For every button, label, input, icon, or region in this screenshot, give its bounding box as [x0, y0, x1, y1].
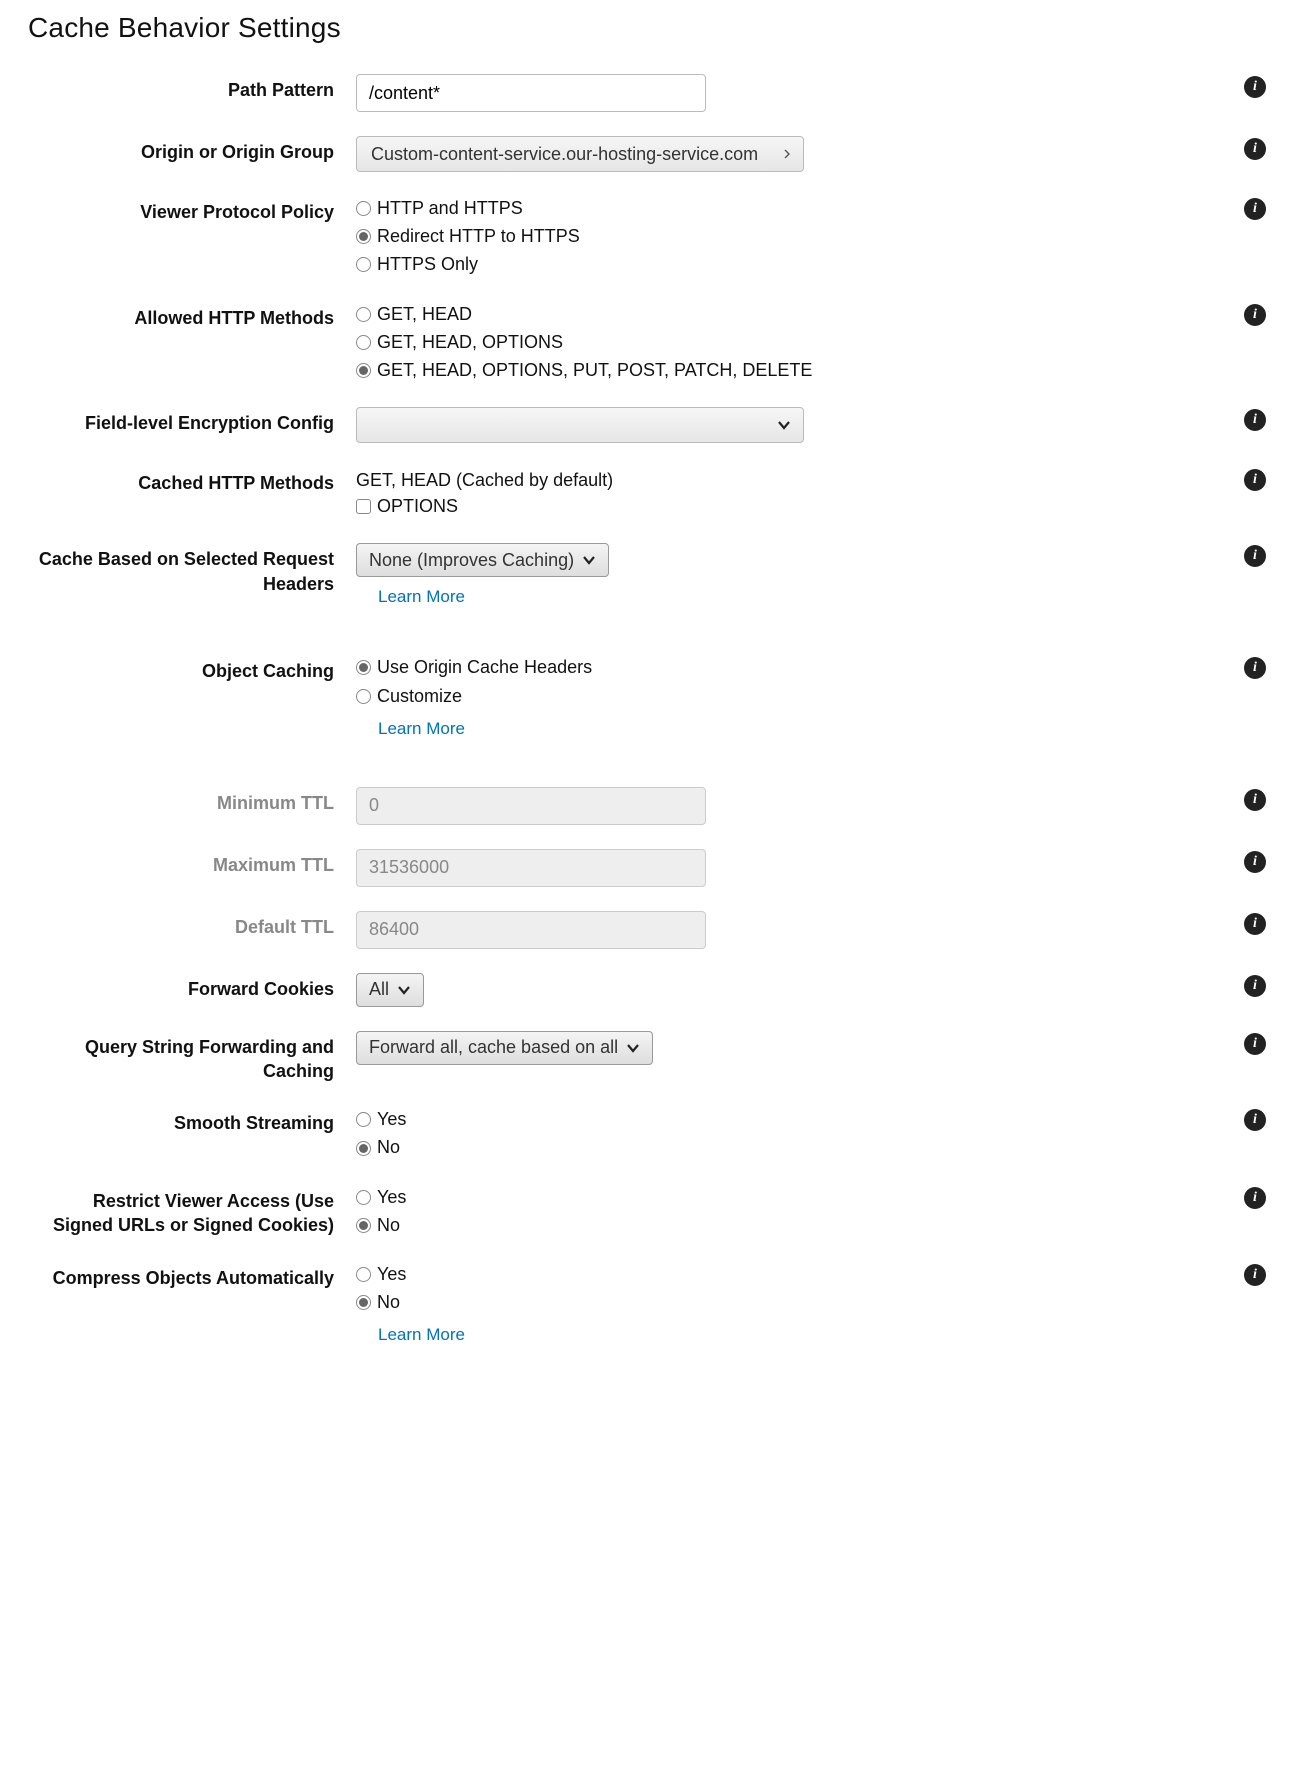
object-caching-radio-group: Use Origin Cache Headers Customize [356, 655, 1206, 708]
restrict-viewer-radio-group: Yes No [356, 1185, 1206, 1238]
info-icon[interactable] [1244, 469, 1266, 491]
radio-get-head[interactable]: GET, HEAD [356, 302, 1206, 327]
info-icon[interactable] [1244, 545, 1266, 567]
label-cache-headers: Cache Based on Selected Request Headers [28, 541, 356, 596]
label-maximum-ttl: Maximum TTL [28, 847, 356, 877]
learn-more-link[interactable]: Learn More [378, 1325, 465, 1345]
label-object-caching: Object Caching [28, 653, 356, 683]
label-viewer-protocol: Viewer Protocol Policy [28, 194, 356, 224]
checkbox-icon [356, 499, 371, 514]
query-string-value: Forward all, cache based on all [369, 1037, 618, 1058]
learn-more-link[interactable]: Learn More [378, 587, 465, 607]
minimum-ttl-input [356, 787, 706, 825]
info-icon[interactable] [1244, 76, 1266, 98]
info-icon[interactable] [1244, 1033, 1266, 1055]
label-smooth-streaming: Smooth Streaming [28, 1105, 356, 1135]
radio-restrict-viewer-no[interactable]: No [356, 1213, 1206, 1238]
compress-radio-group: Yes No [356, 1262, 1206, 1315]
radio-get-head-options-put-post-patch-delete[interactable]: GET, HEAD, OPTIONS, PUT, POST, PATCH, DE… [356, 358, 1206, 383]
info-icon[interactable] [1244, 1109, 1266, 1131]
radio-compress-yes[interactable]: Yes [356, 1262, 1206, 1287]
label-cached-http: Cached HTTP Methods [28, 465, 356, 495]
radio-restrict-viewer-yes[interactable]: Yes [356, 1185, 1206, 1210]
chevron-down-icon [626, 1043, 640, 1053]
radio-use-origin-cache-headers[interactable]: Use Origin Cache Headers [356, 655, 1206, 680]
info-icon[interactable] [1244, 1264, 1266, 1286]
label-query-string: Query String Forwarding and Caching [28, 1029, 356, 1084]
info-icon[interactable] [1244, 657, 1266, 679]
radio-smooth-streaming-no[interactable]: No [356, 1135, 1206, 1160]
origin-select-value: Custom-content-service.our-hosting-servi… [371, 144, 758, 165]
chevron-down-icon [777, 420, 791, 430]
radio-https-only[interactable]: HTTPS Only [356, 252, 1206, 277]
label-minimum-ttl: Minimum TTL [28, 785, 356, 815]
cached-http-options-checkbox[interactable]: OPTIONS [356, 494, 1206, 519]
label-compress: Compress Objects Automatically [28, 1260, 356, 1290]
cache-headers-select[interactable]: None (Improves Caching) [356, 543, 609, 577]
maximum-ttl-input [356, 849, 706, 887]
radio-redirect-http-to-https[interactable]: Redirect HTTP to HTTPS [356, 224, 1206, 249]
radio-compress-no[interactable]: No [356, 1290, 1206, 1315]
cached-http-default-text: GET, HEAD (Cached by default) [356, 467, 1206, 494]
info-icon[interactable] [1244, 1187, 1266, 1209]
label-origin: Origin or Origin Group [28, 134, 356, 164]
default-ttl-input [356, 911, 706, 949]
info-icon[interactable] [1244, 913, 1266, 935]
info-icon[interactable] [1244, 138, 1266, 160]
label-default-ttl: Default TTL [28, 909, 356, 939]
radio-smooth-streaming-yes[interactable]: Yes [356, 1107, 1206, 1132]
origin-select[interactable]: Custom-content-service.our-hosting-servi… [356, 136, 804, 172]
query-string-select[interactable]: Forward all, cache based on all [356, 1031, 653, 1065]
chevron-right-icon [783, 149, 791, 159]
radio-http-and-https[interactable]: HTTP and HTTPS [356, 196, 1206, 221]
label-restrict-viewer: Restrict Viewer Access (Use Signed URLs … [28, 1183, 356, 1238]
radio-customize[interactable]: Customize [356, 684, 1206, 709]
radio-get-head-options[interactable]: GET, HEAD, OPTIONS [356, 330, 1206, 355]
smooth-streaming-radio-group: Yes No [356, 1107, 1206, 1160]
label-forward-cookies: Forward Cookies [28, 971, 356, 1001]
viewer-protocol-radio-group: HTTP and HTTPS Redirect HTTP to HTTPS HT… [356, 196, 1206, 278]
cache-headers-value: None (Improves Caching) [369, 550, 574, 571]
forward-cookies-select[interactable]: All [356, 973, 424, 1007]
field-encryption-select[interactable] [356, 407, 804, 443]
info-icon[interactable] [1244, 975, 1266, 997]
page-title: Cache Behavior Settings [28, 12, 1266, 44]
learn-more-link[interactable]: Learn More [378, 719, 465, 739]
label-path-pattern: Path Pattern [28, 72, 356, 102]
label-field-encryption: Field-level Encryption Config [28, 405, 356, 435]
label-allowed-http: Allowed HTTP Methods [28, 300, 356, 330]
info-icon[interactable] [1244, 409, 1266, 431]
forward-cookies-value: All [369, 979, 389, 1000]
info-icon[interactable] [1244, 789, 1266, 811]
info-icon[interactable] [1244, 198, 1266, 220]
allowed-http-radio-group: GET, HEAD GET, HEAD, OPTIONS GET, HEAD, … [356, 302, 1206, 384]
info-icon[interactable] [1244, 304, 1266, 326]
chevron-down-icon [397, 985, 411, 995]
info-icon[interactable] [1244, 851, 1266, 873]
chevron-down-icon [582, 555, 596, 565]
path-pattern-input[interactable] [356, 74, 706, 112]
